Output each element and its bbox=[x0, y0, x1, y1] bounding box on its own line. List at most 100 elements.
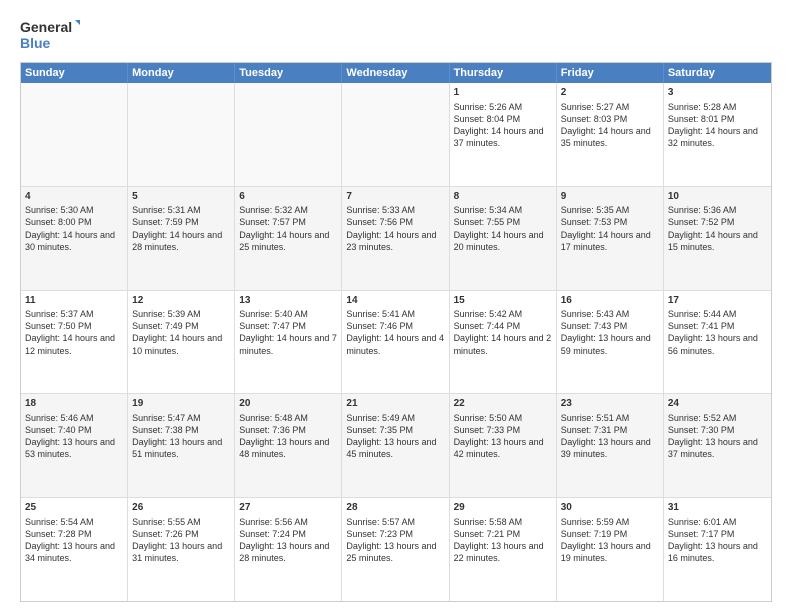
cell-info: Sunrise: 5:54 AM Sunset: 7:28 PM Dayligh… bbox=[25, 516, 123, 565]
day-number: 31 bbox=[668, 501, 767, 515]
cell-info: Sunrise: 5:40 AM Sunset: 7:47 PM Dayligh… bbox=[239, 308, 337, 357]
cal-cell-15: 15Sunrise: 5:42 AM Sunset: 7:44 PM Dayli… bbox=[450, 291, 557, 394]
cell-info: Sunrise: 5:35 AM Sunset: 7:53 PM Dayligh… bbox=[561, 204, 659, 253]
cell-info: Sunrise: 5:31 AM Sunset: 7:59 PM Dayligh… bbox=[132, 204, 230, 253]
cal-cell-8: 8Sunrise: 5:34 AM Sunset: 7:55 PM Daylig… bbox=[450, 187, 557, 290]
cell-info: Sunrise: 5:48 AM Sunset: 7:36 PM Dayligh… bbox=[239, 412, 337, 461]
day-number: 6 bbox=[239, 190, 337, 204]
cal-cell-7: 7Sunrise: 5:33 AM Sunset: 7:56 PM Daylig… bbox=[342, 187, 449, 290]
cell-info: Sunrise: 5:56 AM Sunset: 7:24 PM Dayligh… bbox=[239, 516, 337, 565]
cal-cell-17: 17Sunrise: 5:44 AM Sunset: 7:41 PM Dayli… bbox=[664, 291, 771, 394]
day-number: 1 bbox=[454, 86, 552, 100]
cal-header-wednesday: Wednesday bbox=[342, 63, 449, 83]
cal-cell-21: 21Sunrise: 5:49 AM Sunset: 7:35 PM Dayli… bbox=[342, 394, 449, 497]
day-number: 20 bbox=[239, 397, 337, 411]
day-number: 7 bbox=[346, 190, 444, 204]
cell-info: Sunrise: 5:41 AM Sunset: 7:46 PM Dayligh… bbox=[346, 308, 444, 357]
cal-cell-18: 18Sunrise: 5:46 AM Sunset: 7:40 PM Dayli… bbox=[21, 394, 128, 497]
cal-header-thursday: Thursday bbox=[450, 63, 557, 83]
cal-cell-6: 6Sunrise: 5:32 AM Sunset: 7:57 PM Daylig… bbox=[235, 187, 342, 290]
logo: General Blue bbox=[20, 16, 80, 54]
day-number: 5 bbox=[132, 190, 230, 204]
cell-info: Sunrise: 5:49 AM Sunset: 7:35 PM Dayligh… bbox=[346, 412, 444, 461]
calendar-body: 1Sunrise: 5:26 AM Sunset: 8:04 PM Daylig… bbox=[21, 83, 771, 601]
cell-info: Sunrise: 5:47 AM Sunset: 7:38 PM Dayligh… bbox=[132, 412, 230, 461]
cal-cell-12: 12Sunrise: 5:39 AM Sunset: 7:49 PM Dayli… bbox=[128, 291, 235, 394]
day-number: 16 bbox=[561, 294, 659, 308]
cell-info: Sunrise: 5:50 AM Sunset: 7:33 PM Dayligh… bbox=[454, 412, 552, 461]
cal-header-saturday: Saturday bbox=[664, 63, 771, 83]
cell-info: Sunrise: 5:33 AM Sunset: 7:56 PM Dayligh… bbox=[346, 204, 444, 253]
calendar-header: SundayMondayTuesdayWednesdayThursdayFrid… bbox=[21, 63, 771, 83]
svg-text:General: General bbox=[20, 19, 72, 35]
cal-cell-empty-0-0 bbox=[21, 83, 128, 186]
day-number: 30 bbox=[561, 501, 659, 515]
day-number: 23 bbox=[561, 397, 659, 411]
cal-cell-26: 26Sunrise: 5:55 AM Sunset: 7:26 PM Dayli… bbox=[128, 498, 235, 601]
day-number: 4 bbox=[25, 190, 123, 204]
cal-cell-20: 20Sunrise: 5:48 AM Sunset: 7:36 PM Dayli… bbox=[235, 394, 342, 497]
cal-cell-13: 13Sunrise: 5:40 AM Sunset: 7:47 PM Dayli… bbox=[235, 291, 342, 394]
cal-row-1: 4Sunrise: 5:30 AM Sunset: 8:00 PM Daylig… bbox=[21, 187, 771, 291]
cell-info: Sunrise: 5:55 AM Sunset: 7:26 PM Dayligh… bbox=[132, 516, 230, 565]
cal-row-2: 11Sunrise: 5:37 AM Sunset: 7:50 PM Dayli… bbox=[21, 291, 771, 395]
day-number: 8 bbox=[454, 190, 552, 204]
cal-cell-19: 19Sunrise: 5:47 AM Sunset: 7:38 PM Dayli… bbox=[128, 394, 235, 497]
cell-info: Sunrise: 5:36 AM Sunset: 7:52 PM Dayligh… bbox=[668, 204, 767, 253]
svg-text:Blue: Blue bbox=[20, 35, 51, 51]
day-number: 15 bbox=[454, 294, 552, 308]
cell-info: Sunrise: 5:58 AM Sunset: 7:21 PM Dayligh… bbox=[454, 516, 552, 565]
cal-cell-10: 10Sunrise: 5:36 AM Sunset: 7:52 PM Dayli… bbox=[664, 187, 771, 290]
cal-cell-23: 23Sunrise: 5:51 AM Sunset: 7:31 PM Dayli… bbox=[557, 394, 664, 497]
logo-svg: General Blue bbox=[20, 16, 80, 54]
cell-info: Sunrise: 5:27 AM Sunset: 8:03 PM Dayligh… bbox=[561, 101, 659, 150]
cell-info: Sunrise: 5:59 AM Sunset: 7:19 PM Dayligh… bbox=[561, 516, 659, 565]
cal-cell-30: 30Sunrise: 5:59 AM Sunset: 7:19 PM Dayli… bbox=[557, 498, 664, 601]
day-number: 11 bbox=[25, 294, 123, 308]
calendar: SundayMondayTuesdayWednesdayThursdayFrid… bbox=[20, 62, 772, 602]
day-number: 21 bbox=[346, 397, 444, 411]
cal-cell-27: 27Sunrise: 5:56 AM Sunset: 7:24 PM Dayli… bbox=[235, 498, 342, 601]
cal-cell-2: 2Sunrise: 5:27 AM Sunset: 8:03 PM Daylig… bbox=[557, 83, 664, 186]
cal-cell-25: 25Sunrise: 5:54 AM Sunset: 7:28 PM Dayli… bbox=[21, 498, 128, 601]
cell-info: Sunrise: 5:39 AM Sunset: 7:49 PM Dayligh… bbox=[132, 308, 230, 357]
cell-info: Sunrise: 5:42 AM Sunset: 7:44 PM Dayligh… bbox=[454, 308, 552, 357]
day-number: 13 bbox=[239, 294, 337, 308]
day-number: 27 bbox=[239, 501, 337, 515]
cal-cell-3: 3Sunrise: 5:28 AM Sunset: 8:01 PM Daylig… bbox=[664, 83, 771, 186]
cal-header-sunday: Sunday bbox=[21, 63, 128, 83]
cal-header-tuesday: Tuesday bbox=[235, 63, 342, 83]
day-number: 26 bbox=[132, 501, 230, 515]
cal-cell-29: 29Sunrise: 5:58 AM Sunset: 7:21 PM Dayli… bbox=[450, 498, 557, 601]
cell-info: Sunrise: 5:28 AM Sunset: 8:01 PM Dayligh… bbox=[668, 101, 767, 150]
header: General Blue bbox=[20, 16, 772, 54]
day-number: 28 bbox=[346, 501, 444, 515]
cal-cell-31: 31Sunrise: 6:01 AM Sunset: 7:17 PM Dayli… bbox=[664, 498, 771, 601]
cal-row-3: 18Sunrise: 5:46 AM Sunset: 7:40 PM Dayli… bbox=[21, 394, 771, 498]
cal-header-friday: Friday bbox=[557, 63, 664, 83]
cell-info: Sunrise: 6:01 AM Sunset: 7:17 PM Dayligh… bbox=[668, 516, 767, 565]
cal-cell-1: 1Sunrise: 5:26 AM Sunset: 8:04 PM Daylig… bbox=[450, 83, 557, 186]
cal-cell-28: 28Sunrise: 5:57 AM Sunset: 7:23 PM Dayli… bbox=[342, 498, 449, 601]
cal-cell-empty-0-3 bbox=[342, 83, 449, 186]
cal-cell-9: 9Sunrise: 5:35 AM Sunset: 7:53 PM Daylig… bbox=[557, 187, 664, 290]
day-number: 29 bbox=[454, 501, 552, 515]
day-number: 24 bbox=[668, 397, 767, 411]
cal-cell-11: 11Sunrise: 5:37 AM Sunset: 7:50 PM Dayli… bbox=[21, 291, 128, 394]
day-number: 10 bbox=[668, 190, 767, 204]
day-number: 17 bbox=[668, 294, 767, 308]
day-number: 2 bbox=[561, 86, 659, 100]
day-number: 25 bbox=[25, 501, 123, 515]
cell-info: Sunrise: 5:44 AM Sunset: 7:41 PM Dayligh… bbox=[668, 308, 767, 357]
cal-cell-16: 16Sunrise: 5:43 AM Sunset: 7:43 PM Dayli… bbox=[557, 291, 664, 394]
day-number: 12 bbox=[132, 294, 230, 308]
cell-info: Sunrise: 5:34 AM Sunset: 7:55 PM Dayligh… bbox=[454, 204, 552, 253]
day-number: 18 bbox=[25, 397, 123, 411]
day-number: 19 bbox=[132, 397, 230, 411]
cal-cell-4: 4Sunrise: 5:30 AM Sunset: 8:00 PM Daylig… bbox=[21, 187, 128, 290]
cal-row-4: 25Sunrise: 5:54 AM Sunset: 7:28 PM Dayli… bbox=[21, 498, 771, 601]
cell-info: Sunrise: 5:30 AM Sunset: 8:00 PM Dayligh… bbox=[25, 204, 123, 253]
cell-info: Sunrise: 5:37 AM Sunset: 7:50 PM Dayligh… bbox=[25, 308, 123, 357]
cell-info: Sunrise: 5:46 AM Sunset: 7:40 PM Dayligh… bbox=[25, 412, 123, 461]
cal-cell-22: 22Sunrise: 5:50 AM Sunset: 7:33 PM Dayli… bbox=[450, 394, 557, 497]
